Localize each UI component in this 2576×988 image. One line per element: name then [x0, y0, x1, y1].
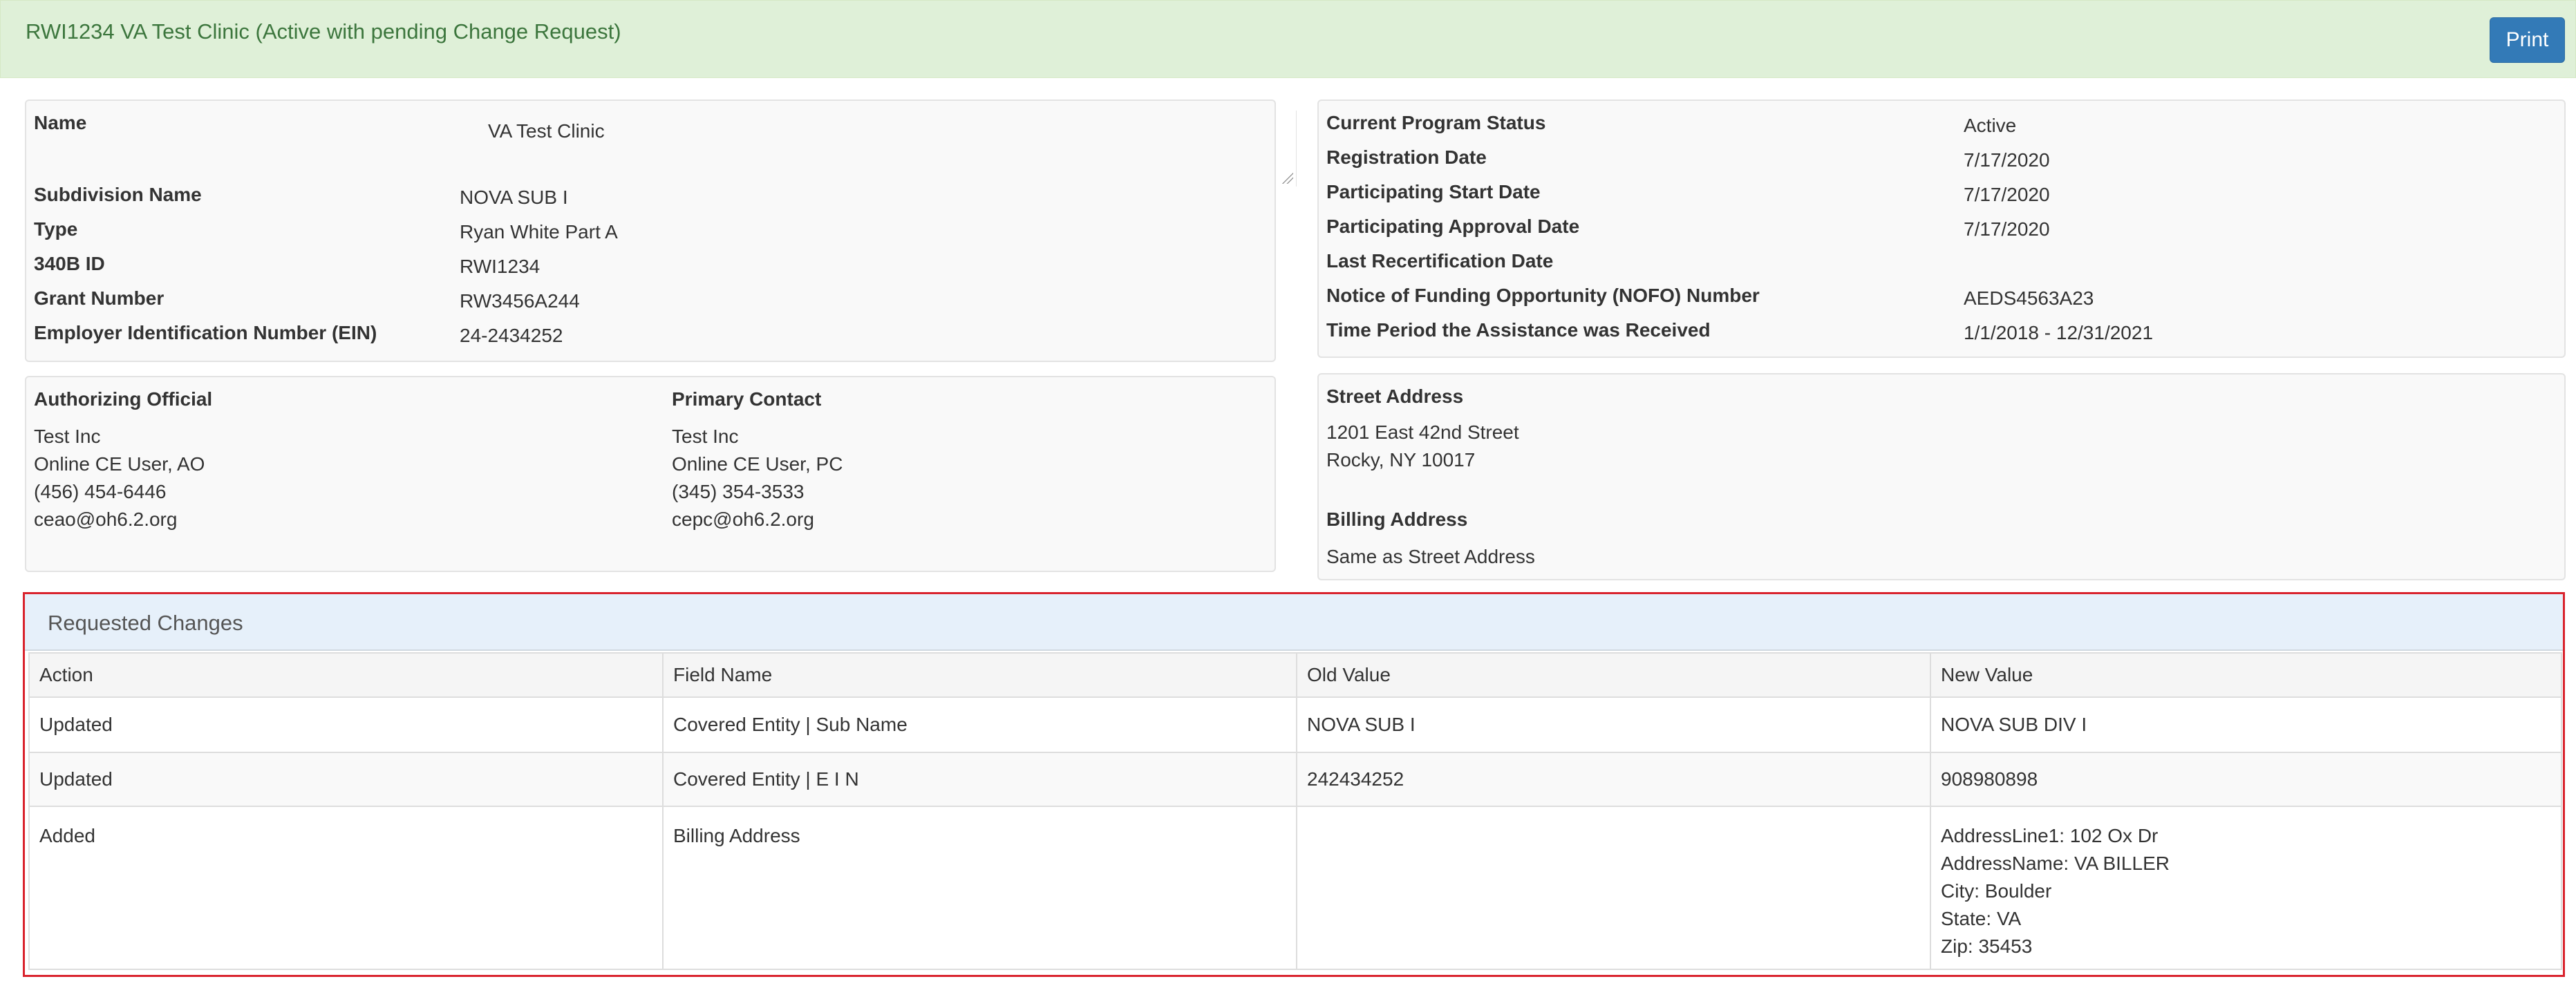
column-header-field-name: Field Name [662, 652, 1297, 698]
ao-organization: Test Inc [34, 426, 101, 447]
nofo-number-value: AEDS4563A23 [1964, 287, 2094, 309]
primary-contact-label: Primary Contact [672, 388, 822, 410]
field-name-cell: Covered Entity | E I N [662, 752, 1297, 807]
assistance-period-value: 1/1/2018 - 12/31/2021 [1964, 322, 2154, 343]
registration-date-value: 7/17/2020 [1964, 149, 2050, 171]
subdivision-label: Subdivision Name [34, 184, 202, 205]
name-label: Name [34, 112, 87, 133]
ao-email: ceao@oh6.2.org [34, 509, 178, 530]
table-row: Updated Covered Entity | Sub Name NOVA S… [28, 696, 2562, 753]
ao-name: Online CE User, AO [34, 453, 205, 475]
recertification-date-label: Last Recertification Date [1326, 250, 1554, 272]
pc-phone: (345) 354-3533 [672, 481, 805, 502]
requested-changes-heading: Requested Changes [25, 594, 2563, 651]
assistance-period-label: Time Period the Assistance was Received [1326, 319, 1711, 341]
print-button[interactable]: Print [2490, 17, 2565, 63]
pc-name: Online CE User, PC [672, 453, 843, 475]
program-status-value: Active [1964, 115, 2017, 136]
page-title: RWI1234 VA Test Clinic (Active with pend… [26, 19, 621, 44]
type-value: Ryan White Part A [460, 221, 618, 243]
ein-value: 24-2434252 [460, 325, 563, 346]
action-cell: Updated [28, 696, 664, 753]
column-header-old-value: Old Value [1296, 652, 1931, 698]
field-name-cell: Billing Address [662, 806, 1297, 970]
ao-phone: (456) 454-6446 [34, 481, 167, 502]
column-header-action: Action [28, 652, 664, 698]
new-value-line: AddressLine1: 102 Ox Dr [1941, 825, 2159, 846]
grant-number-value: RW3456A244 [460, 290, 580, 312]
type-label: Type [34, 218, 78, 240]
nofo-number-label: Notice of Funding Opportunity (NOFO) Num… [1326, 285, 1760, 306]
new-value-line: State: VA [1941, 908, 2022, 929]
street-address-label: Street Address [1326, 386, 1464, 407]
start-date-value: 7/17/2020 [1964, 184, 2050, 205]
requested-changes-panel: Requested Changes Action Field Name Old … [23, 592, 2565, 977]
contacts-panel: Authorizing Official Test Inc Online CE … [25, 376, 1276, 572]
address-panel: Street Address 1201 East 42nd Street Roc… [1317, 373, 2566, 580]
pc-organization: Test Inc [672, 426, 739, 447]
action-cell: Added [28, 806, 664, 970]
page-header: RWI1234 VA Test Clinic (Active with pend… [0, 0, 2576, 78]
name-textarea[interactable]: VA Test Clinic [474, 111, 1297, 187]
billing-address-label: Billing Address [1326, 509, 1468, 530]
street-address-line-1: 1201 East 42nd Street [1326, 421, 1519, 443]
old-value-cell: NOVA SUB I [1296, 696, 1931, 753]
new-value-cell: NOVA SUB DIV I [1930, 696, 2562, 753]
new-value-cell: AddressLine1: 102 Ox Dr AddressName: VA … [1930, 806, 2562, 970]
requested-changes-title: Requested Changes [48, 611, 243, 635]
340b-id-value: RWI1234 [460, 256, 540, 277]
start-date-label: Participating Start Date [1326, 181, 1541, 202]
340b-id-label: 340B ID [34, 253, 105, 274]
old-value-cell: 242434252 [1296, 752, 1931, 807]
table-row: Added Billing Address AddressLine1: 102 … [28, 806, 2562, 970]
entity-details-panel: Name VA Test Clinic Subdivision Name NOV… [25, 99, 1297, 362]
new-value-cell: 908980898 [1930, 752, 2562, 807]
program-status-panel: Current Program Status Active Registrati… [1317, 99, 2566, 358]
approval-date-label: Participating Approval Date [1326, 216, 1580, 237]
requested-changes-table: Action Field Name Old Value New Value Up… [28, 652, 2562, 970]
column-header-new-value: New Value [1930, 652, 2562, 698]
table-row: Updated Covered Entity | E I N 242434252… [28, 752, 2562, 807]
new-value-line: City: Boulder [1941, 880, 2052, 902]
table-header-row: Action Field Name Old Value New Value [28, 652, 2562, 698]
new-value-line: AddressName: VA BILLER [1941, 853, 2170, 874]
grant-number-label: Grant Number [34, 287, 164, 309]
program-status-label: Current Program Status [1326, 112, 1546, 133]
authorizing-official-label: Authorizing Official [34, 388, 213, 410]
field-name-cell: Covered Entity | Sub Name [662, 696, 1297, 753]
ein-label: Employer Identification Number (EIN) [34, 322, 377, 343]
subdivision-value: NOVA SUB I [460, 187, 568, 208]
old-value-cell [1296, 806, 1931, 970]
name-value: VA Test Clinic [488, 120, 605, 142]
action-cell: Updated [28, 752, 664, 807]
pc-email: cepc@oh6.2.org [672, 509, 814, 530]
street-address-line-2: Rocky, NY 10017 [1326, 449, 1476, 471]
new-value-line: Zip: 35453 [1941, 935, 2033, 957]
registration-date-label: Registration Date [1326, 146, 1487, 168]
resize-handle-icon[interactable] [1282, 173, 1293, 184]
billing-address-value: Same as Street Address [1326, 546, 1535, 567]
approval-date-value: 7/17/2020 [1964, 218, 2050, 240]
